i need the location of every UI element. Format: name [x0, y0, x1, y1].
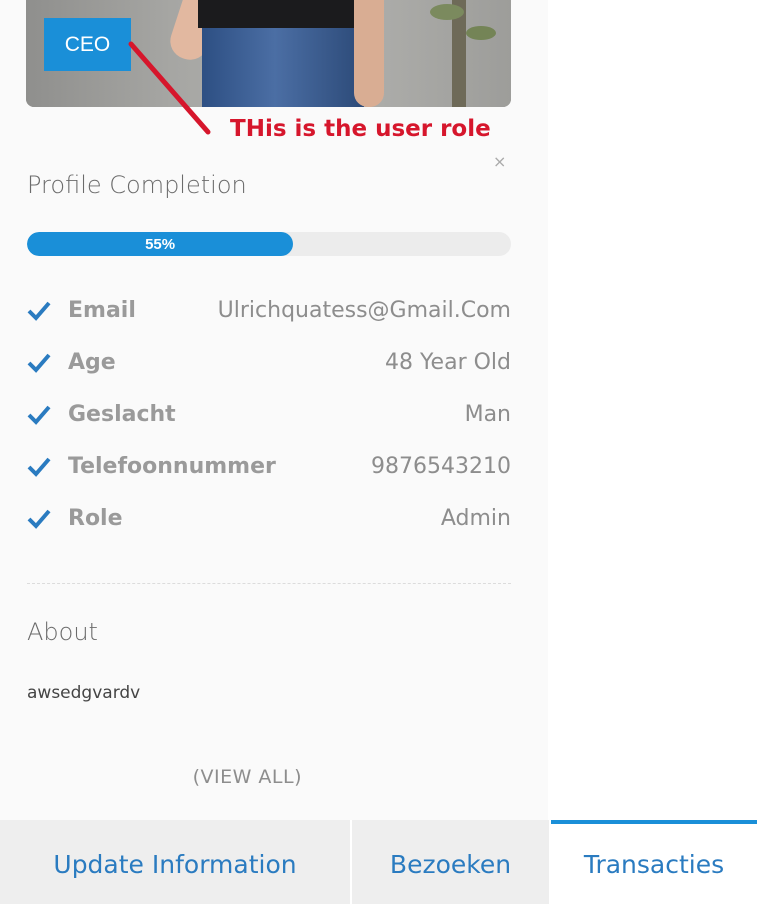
info-value: Admin: [440, 506, 511, 531]
info-label: Geslacht: [68, 402, 176, 427]
check-icon: [27, 405, 51, 425]
check-icon: [27, 457, 51, 477]
info-label: Role: [68, 506, 123, 531]
info-value: Man: [464, 402, 511, 427]
profile-card: CEO THis is the user role × Profile Comp…: [0, 0, 548, 820]
info-value: Ulrichquatess@Gmail.Com: [217, 298, 511, 323]
profile-completion-label: 55%: [145, 235, 176, 253]
info-row-gender: Geslacht Man: [27, 396, 511, 436]
check-icon: [27, 509, 51, 529]
profile-completion-title: Profile Completion: [27, 171, 247, 199]
info-row-phone: Telefoonnummer 9876543210: [27, 448, 511, 488]
info-label: Telefoonnummer: [68, 454, 276, 479]
about-title: About: [27, 618, 98, 646]
check-icon: [27, 301, 51, 321]
profile-tabs: Update Information Bezoeken Transacties: [0, 820, 757, 904]
annotation-text: THis is the user role: [230, 116, 491, 142]
profile-completion-fill: 55%: [27, 232, 294, 256]
info-value: 48 Year Old: [385, 350, 511, 375]
close-icon[interactable]: ×: [493, 152, 506, 171]
annotation-arrow: [128, 41, 211, 135]
info-row-role: Role Admin: [27, 500, 511, 540]
section-divider: [27, 583, 511, 584]
profile-completion-bar: 55%: [27, 232, 511, 256]
info-row-email: Email Ulrichquatess@Gmail.Com: [27, 292, 511, 332]
tab-bezoeken[interactable]: Bezoeken: [352, 820, 549, 904]
check-icon: [27, 353, 51, 373]
view-all-link[interactable]: (VIEW ALL): [193, 766, 302, 788]
about-text: awsedgvardv: [27, 683, 141, 703]
tab-transacties[interactable]: Transacties: [551, 820, 757, 904]
info-label: Email: [68, 298, 136, 323]
info-row-age: Age 48 Year Old: [27, 344, 511, 384]
info-value: 9876543210: [371, 454, 511, 479]
tab-update-information[interactable]: Update Information: [0, 820, 350, 904]
info-label: Age: [68, 350, 116, 375]
